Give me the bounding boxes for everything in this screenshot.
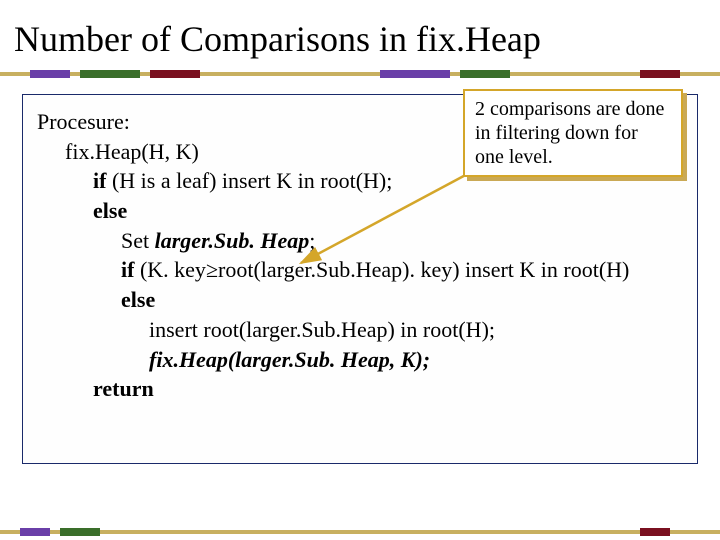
recursive-call: fix.Heap(larger.Sub. Heap, K);: [37, 345, 683, 375]
kw-if: if: [121, 257, 134, 282]
code-text: Set: [121, 228, 155, 253]
kw-else: else: [37, 196, 683, 226]
slide-title: Number of Comparisons in fix.Heap: [0, 0, 720, 68]
pseudocode-box: 2 comparisons are done in filtering down…: [22, 94, 698, 464]
code-line: if (K. key≥root(larger.Sub.Heap). key) i…: [37, 255, 683, 285]
code-text: root(larger.Sub.Heap). key) insert K in …: [218, 257, 629, 282]
callout-text: 2 comparisons are done in filtering down…: [475, 98, 664, 168]
callout-box: 2 comparisons are done in filtering down…: [463, 89, 683, 177]
emph-text: larger.Sub. Heap: [155, 228, 310, 253]
code-text: (K. key: [134, 257, 205, 282]
code-line: Set larger.Sub. Heap;: [37, 226, 683, 256]
kw-if: if: [93, 168, 106, 193]
code-line: insert root(larger.Sub.Heap) in root(H);: [37, 315, 683, 345]
code-text: (H is a leaf) insert K in root(H);: [106, 168, 392, 193]
geq-symbol: ≥: [206, 257, 218, 282]
decorative-rule: [0, 68, 720, 80]
kw-else: else: [37, 285, 683, 315]
code-text: ;: [309, 228, 315, 253]
kw-return: return: [37, 374, 683, 404]
decorative-rule-bottom: [0, 522, 720, 540]
